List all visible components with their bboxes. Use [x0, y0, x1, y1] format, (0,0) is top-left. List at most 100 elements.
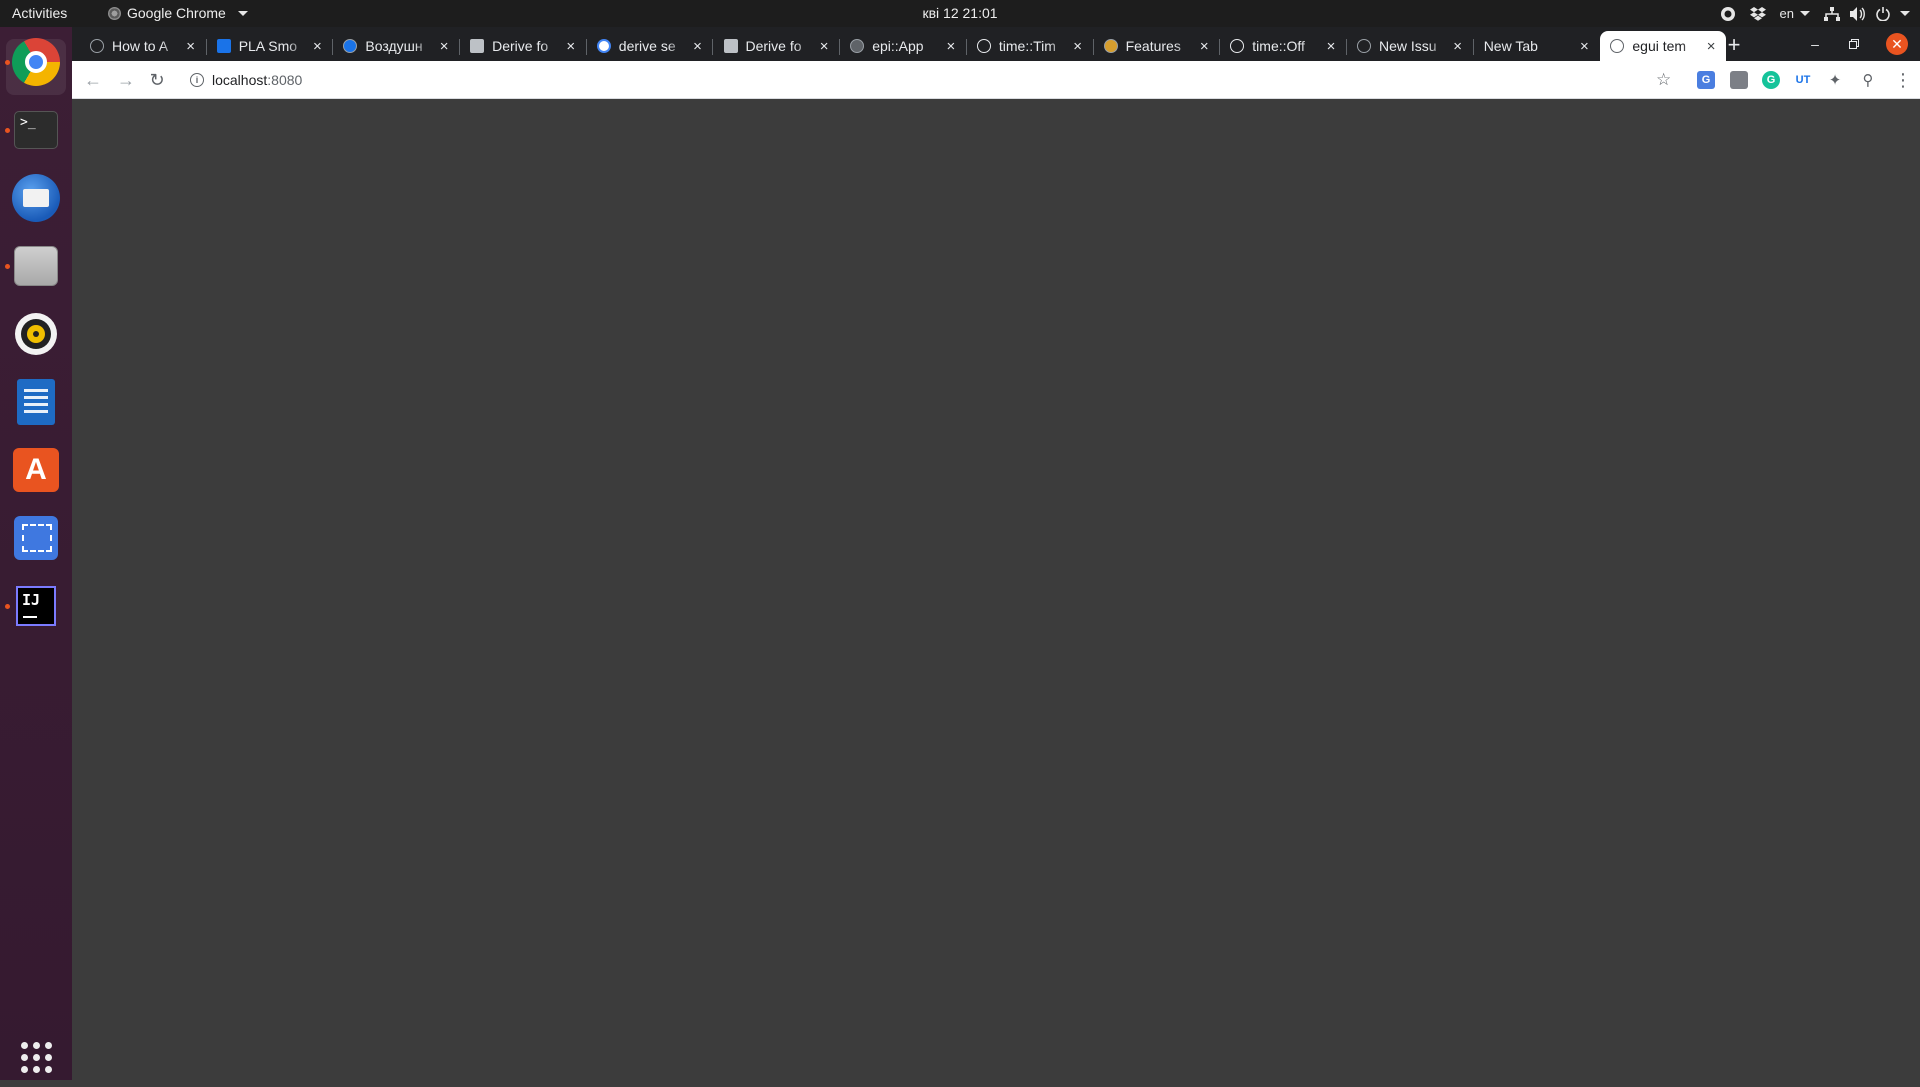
- close-tab-icon[interactable]: ×: [688, 38, 706, 55]
- back-button[interactable]: ←: [82, 69, 104, 91]
- language-label: en: [1779, 6, 1794, 21]
- close-tab-icon[interactable]: ×: [1322, 38, 1340, 55]
- chrome-window: + – ✕ How to A × PLA Smo × Воздушн × Derive fo…: [72, 27, 1920, 1080]
- language-selector[interactable]: en: [1780, 3, 1810, 24]
- close-tab-icon[interactable]: ×: [182, 38, 200, 55]
- close-tab-icon[interactable]: ×: [1449, 38, 1467, 55]
- intellij-idea-icon: IJ: [16, 586, 56, 626]
- close-tab-icon[interactable]: ×: [815, 38, 833, 55]
- tab-strip: + – ✕ How to A × PLA Smo × Воздушн × Derive fo…: [72, 27, 1920, 61]
- tab-title: time::Tim: [998, 38, 1056, 54]
- dock-item-screenshot[interactable]: [0, 507, 72, 569]
- chevron-down-icon: [237, 10, 248, 16]
- dock-item-terminal[interactable]: >_: [0, 99, 72, 161]
- forward-button[interactable]: →: [115, 69, 137, 91]
- screenshot-extension-icon[interactable]: [1730, 71, 1748, 89]
- close-tab-icon[interactable]: ×: [435, 38, 453, 55]
- tab-title: derive se: [618, 38, 676, 54]
- grid-icon: [20, 1041, 52, 1073]
- clock: кві 12 21:01: [0, 5, 1920, 21]
- tab-title: How to A: [112, 38, 169, 54]
- tab-title: New Issu: [1379, 38, 1437, 54]
- tab-title: Воздушн: [365, 38, 423, 54]
- bookmark-star-icon[interactable]: ☆: [1656, 70, 1671, 90]
- ubuntu-software-icon: A: [13, 448, 59, 492]
- app-menu-label: Google Chrome: [127, 5, 226, 21]
- hexagon-dark-icon: [90, 39, 104, 53]
- dictionary-extension-icon[interactable]: UT: [1794, 71, 1812, 89]
- profile-extension-icon[interactable]: ⚲: [1859, 71, 1877, 89]
- browser-tab[interactable]: Derive fo ×: [460, 31, 587, 61]
- dock-item-intellij[interactable]: IJ: [0, 575, 72, 637]
- show-applications-button[interactable]: [0, 1027, 72, 1087]
- thunderbird-icon: [12, 174, 60, 222]
- close-tab-icon[interactable]: ×: [308, 38, 326, 55]
- running-indicator: [5, 60, 10, 65]
- browser-tab[interactable]: epi::App ×: [840, 31, 967, 61]
- network-icon: [1824, 6, 1840, 21]
- tab-title: epi::App: [872, 38, 924, 54]
- browser-tab[interactable]: New Tab ×: [1474, 31, 1600, 61]
- browser-tab[interactable]: egui tem ×: [1600, 31, 1727, 61]
- translate-extension-icon[interactable]: G: [1697, 71, 1715, 89]
- tab-title: New Tab: [1483, 38, 1538, 54]
- tab-title: Derive fo: [745, 38, 802, 54]
- screenshot-icon: [14, 516, 58, 560]
- site-info-icon[interactable]: i: [190, 73, 204, 87]
- close-tab-icon[interactable]: ×: [1575, 38, 1593, 55]
- dock-item-chrome[interactable]: [0, 31, 72, 95]
- tab-title: time::Off: [1252, 38, 1305, 54]
- rust-docs-icon: [850, 39, 865, 53]
- close-window-button[interactable]: ✕: [1886, 33, 1908, 55]
- circle-blue-icon: [343, 39, 358, 53]
- libreoffice-writer-icon: [17, 379, 55, 425]
- extensions-puzzle-icon[interactable]: ✦: [1826, 71, 1844, 89]
- github-circle-icon: [976, 39, 991, 53]
- minimize-button[interactable]: –: [1804, 33, 1826, 55]
- close-tab-icon[interactable]: ×: [562, 38, 580, 55]
- activities-button[interactable]: Activities: [12, 5, 67, 21]
- dock-item-rhythmbox[interactable]: [0, 303, 72, 365]
- dock-item-software[interactable]: A: [0, 439, 72, 501]
- system-menu[interactable]: [1824, 3, 1910, 24]
- tab-title: egui tem: [1632, 38, 1687, 54]
- dock-item-files[interactable]: [0, 235, 72, 297]
- dock-item-writer[interactable]: [0, 371, 72, 433]
- chrome-menu-icon[interactable]: ⋮: [1894, 69, 1912, 91]
- files-icon: [14, 246, 58, 286]
- browser-tab[interactable]: New Issu ×: [1347, 31, 1474, 61]
- close-tab-icon[interactable]: ×: [1069, 38, 1087, 55]
- book-icon-icon: [723, 39, 738, 53]
- browser-tab[interactable]: time::Tim ×: [967, 31, 1094, 61]
- restore-button[interactable]: [1843, 33, 1865, 55]
- clock-label[interactable]: кві 12 21:01: [922, 5, 997, 21]
- close-tab-icon[interactable]: ×: [1195, 38, 1213, 55]
- google-g-icon: [596, 39, 611, 53]
- chrome-indicator-icon[interactable]: [1720, 3, 1736, 24]
- browser-tab[interactable]: Features ×: [1094, 31, 1221, 61]
- github-dark-icon: [1357, 39, 1371, 53]
- gnome-top-bar: Activities Google Chrome кві 12 21:01 en: [0, 0, 1920, 27]
- dropbox-icon[interactable]: [1749, 3, 1766, 24]
- browser-tab[interactable]: How to A ×: [80, 31, 207, 61]
- browser-tab[interactable]: time::Off ×: [1220, 31, 1347, 61]
- terminal-icon: >_: [14, 111, 58, 149]
- chevron-down-icon: [1900, 11, 1910, 16]
- grammarly-extension-icon[interactable]: G: [1762, 71, 1780, 89]
- close-tab-icon[interactable]: ×: [1702, 38, 1720, 55]
- reload-button[interactable]: ↻: [146, 69, 168, 91]
- app-menu[interactable]: Google Chrome: [108, 5, 248, 21]
- browser-tab[interactable]: derive se ×: [587, 31, 714, 61]
- page-viewport[interactable]: [72, 99, 1920, 1080]
- browser-toolbar: ← → ↻ i localhost :8080 ☆ G G UT ✦ ⚲ ⋮: [72, 61, 1920, 99]
- cargo-box-icon: [1103, 39, 1118, 53]
- browser-tab[interactable]: PLA Smo ×: [207, 31, 334, 61]
- globe-icon-icon: [1610, 39, 1625, 53]
- browser-tab[interactable]: Derive fo ×: [714, 31, 841, 61]
- github-circle-icon: [1230, 39, 1245, 53]
- close-tab-icon[interactable]: ×: [942, 38, 960, 55]
- chrome-app-icon: [108, 6, 121, 20]
- browser-tab[interactable]: Воздушн ×: [333, 31, 461, 61]
- address-bar[interactable]: i localhost :8080: [182, 65, 1738, 95]
- dock-item-thunderbird[interactable]: [0, 167, 72, 229]
